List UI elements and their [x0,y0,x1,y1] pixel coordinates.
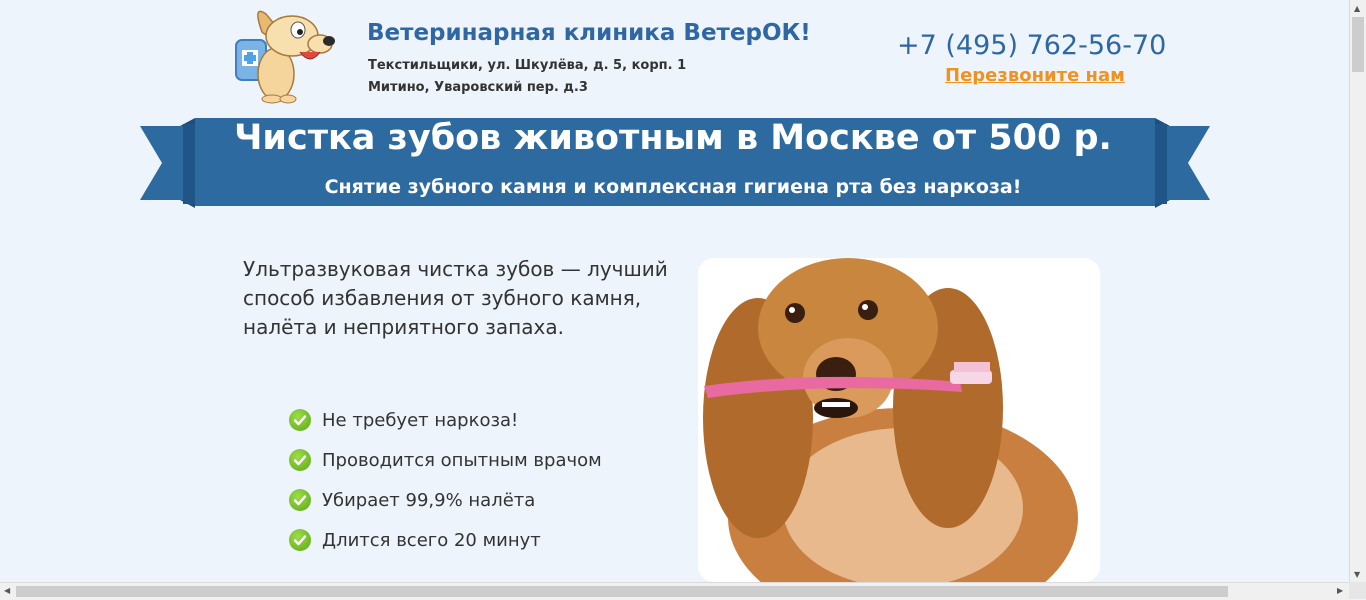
phone-number[interactable]: +7 (495) 762-56-70 [897,30,1166,61]
dog-toothbrush-photo [698,258,1100,582]
intro-text: Ультразвуковая чистка зубов — лучший спо… [243,257,668,339]
list-item: Проводится опытным врачом [289,440,602,480]
clinic-name: Ветеринарная клиника ВетерОК! [367,20,811,46]
feature-label: Убирает 99,9% налёта [322,489,536,511]
scrollbar-corner [1349,582,1366,599]
feature-label: Проводится опытным врачом [322,449,602,471]
scroll-down-icon[interactable]: ▼ [1354,570,1360,579]
banner-subtitle: Снятие зубного камня и комплексная гигие… [324,176,1022,198]
page: Ветеринарная клиника ВетерОК! Текстильщи… [0,0,1349,582]
feature-label: Длится всего 20 минут [322,529,541,551]
scroll-right-icon[interactable]: ▶ [1337,586,1343,595]
features-list: Не требует наркоза! Проводится опытным в… [289,400,602,560]
check-icon [289,449,311,471]
check-icon [289,489,311,511]
list-item: Убирает 99,9% налёта [289,480,602,520]
check-icon [289,529,311,551]
clinic-logo-icon[interactable] [232,4,336,104]
scroll-up-icon[interactable]: ▲ [1354,4,1360,13]
feature-label: Не требует наркоза! [322,409,519,431]
vertical-scrollbar[interactable]: ▲ ▼ [1349,0,1366,599]
check-icon [289,409,311,431]
banner-title: Чистка зубов животным в Москве от 500 р. [234,118,1112,158]
scrollbar-thumb[interactable] [1352,17,1364,72]
address-mitino: Митино, Уваровский пер. д.3 [368,80,588,95]
scrollbar-thumb[interactable] [16,586,1228,597]
list-item: Не требует наркоза! [289,400,602,440]
list-item: Длится всего 20 минут [289,520,602,560]
callback-link[interactable]: Перезвоните нам [945,65,1125,86]
scroll-left-icon[interactable]: ◀ [4,586,10,595]
address-textilshchiki: Текстильщики, ул. Шкулёва, д. 5, корп. 1 [368,58,687,73]
horizontal-scrollbar[interactable]: ◀ ▶ [0,582,1349,600]
